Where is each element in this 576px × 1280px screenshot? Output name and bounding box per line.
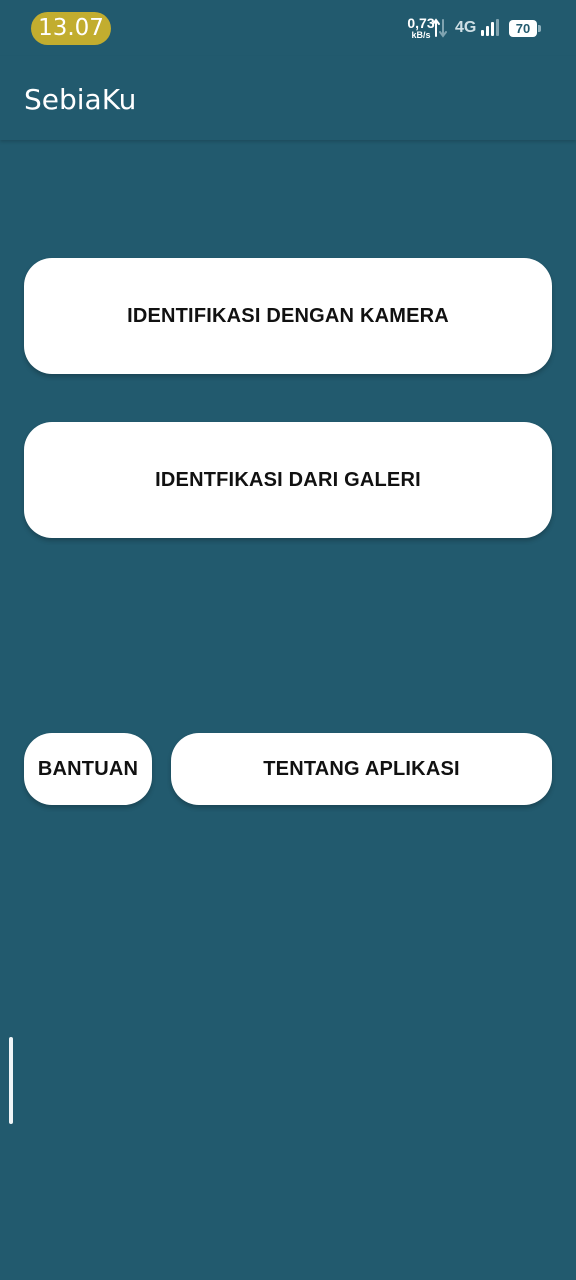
network-type-label: 4G xyxy=(455,19,477,36)
battery-icon: 70 xyxy=(509,20,537,37)
help-button[interactable]: BANTUAN xyxy=(24,733,152,805)
app-title: SebiaKu xyxy=(24,83,137,116)
identify-gallery-button[interactable]: IDENTFIKASI DARI GALERI xyxy=(24,422,552,538)
signal-bars-icon xyxy=(481,19,499,36)
battery-tip xyxy=(538,25,541,32)
status-time: 13.07 xyxy=(31,12,111,45)
app-bar: SebiaKu xyxy=(0,56,576,140)
about-app-button[interactable]: TENTANG APLIKASI xyxy=(171,733,552,805)
data-arrows-icon xyxy=(432,18,447,38)
status-bar: 13.07 0,73 kB/s 4G 70 xyxy=(0,0,576,56)
identify-camera-button[interactable]: IDENTIFIKASI DENGAN KAMERA xyxy=(24,258,552,374)
edge-swipe-handle[interactable] xyxy=(9,1037,13,1124)
